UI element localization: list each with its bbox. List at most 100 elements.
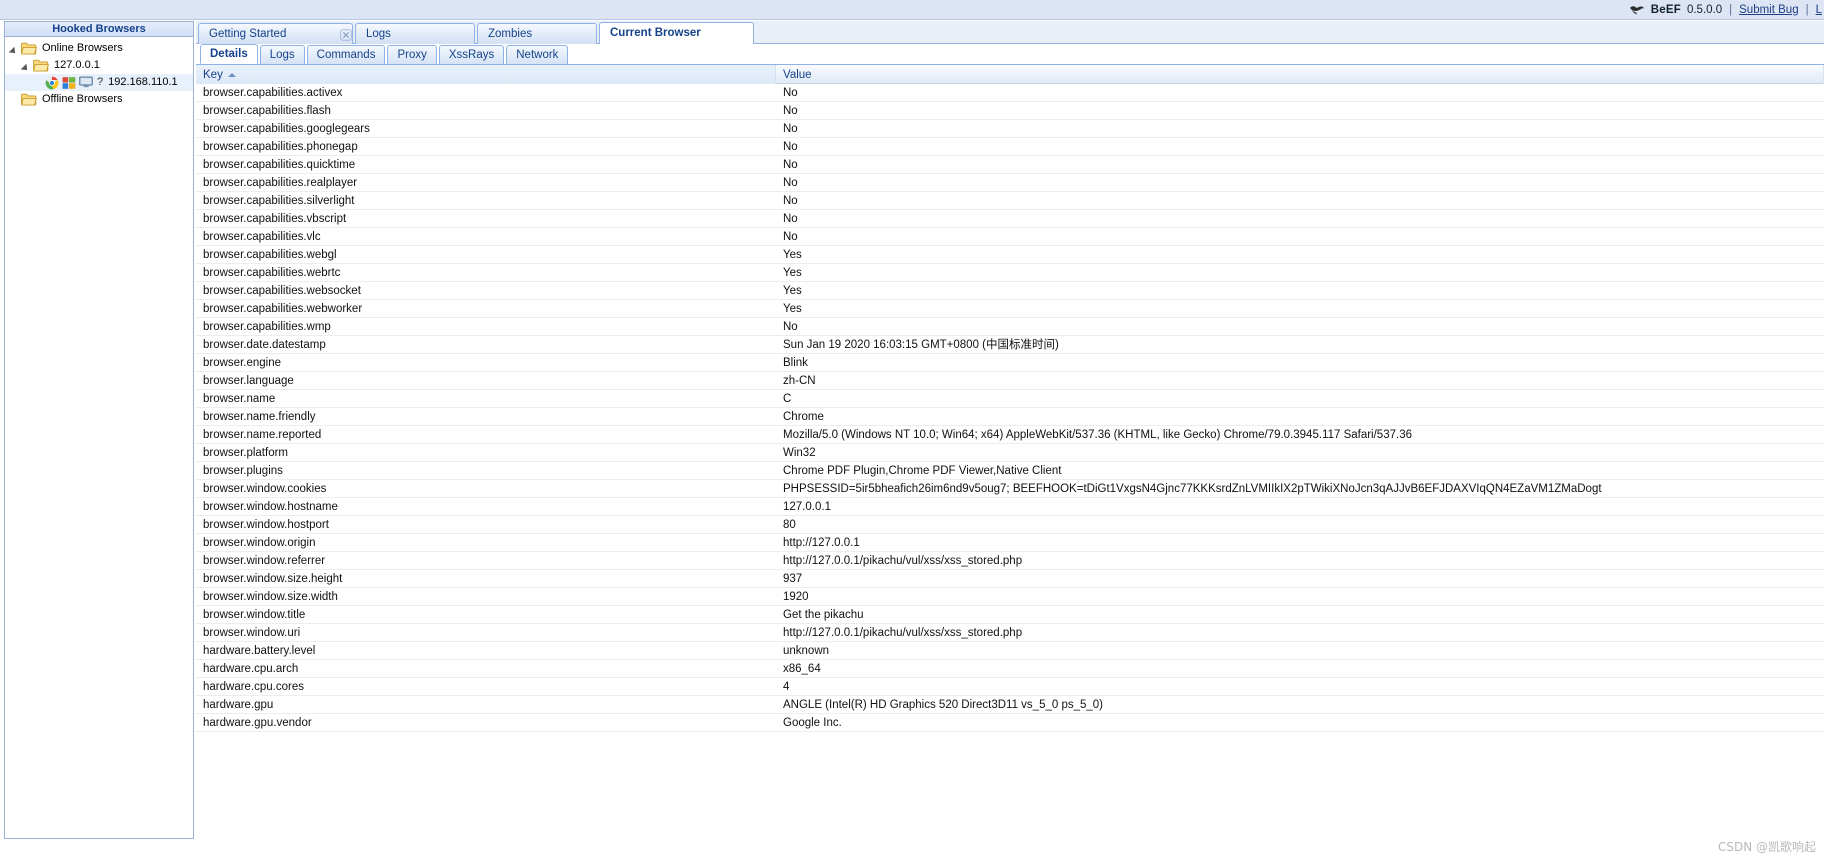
table-row[interactable]: browser.engine Blink bbox=[196, 354, 1824, 372]
column-header-key[interactable]: Key bbox=[196, 65, 776, 84]
cell-key: hardware.gpu.vendor bbox=[203, 717, 312, 729]
cell-value: No bbox=[783, 105, 798, 117]
cell-value: http://127.0.0.1/pikachu/vul/xss/xss_sto… bbox=[783, 555, 1023, 567]
tree-node-label: 127.0.0.1 bbox=[54, 59, 100, 71]
table-row[interactable]: browser.capabilities.vbscript No bbox=[196, 210, 1824, 228]
cell-value: No bbox=[783, 87, 798, 99]
cell-key: browser.capabilities.webrtc bbox=[203, 267, 341, 279]
folder-icon bbox=[33, 59, 49, 72]
table-row[interactable]: browser.window.size.height 937 bbox=[196, 570, 1824, 588]
logout-link[interactable]: L bbox=[1816, 4, 1822, 16]
cell-value: http://127.0.0.1 bbox=[783, 537, 860, 549]
table-row[interactable]: hardware.cpu.arch x86_64 bbox=[196, 660, 1824, 678]
browser-tree[interactable]: Online Browsers 127.0.0.1? 192.168.110.1 Of… bbox=[5, 37, 193, 108]
outer-tab-label: Zombies bbox=[488, 28, 533, 40]
table-row[interactable]: browser.window.hostport 80 bbox=[196, 516, 1824, 534]
cell-value: 1920 bbox=[783, 591, 809, 603]
table-row[interactable]: browser.plugins Chrome PDF Plugin,Chrome … bbox=[196, 462, 1824, 480]
table-row[interactable]: browser.capabilities.googlegears No bbox=[196, 120, 1824, 138]
table-row[interactable]: hardware.cpu.cores 4 bbox=[196, 678, 1824, 696]
table-row[interactable]: browser.language zh-CN bbox=[196, 372, 1824, 390]
cell-value: unknown bbox=[783, 645, 830, 657]
tree-node-online-browsers[interactable]: Online Browsers bbox=[5, 40, 193, 57]
cell-value: No bbox=[783, 177, 798, 189]
cell-key: browser.window.title bbox=[203, 609, 306, 621]
cell-key: browser.capabilities.websocket bbox=[203, 285, 361, 297]
cell-key: browser.date.datestamp bbox=[203, 339, 326, 351]
outer-tab-label: Logs bbox=[366, 28, 391, 40]
table-row[interactable]: browser.capabilities.silverlight No bbox=[196, 192, 1824, 210]
inner-tab-network[interactable]: Network bbox=[506, 45, 569, 64]
column-header-value[interactable]: Value bbox=[776, 65, 1824, 84]
outer-tab-current-browser[interactable]: Current Browser bbox=[599, 22, 754, 44]
cell-value: No bbox=[783, 141, 798, 153]
table-row[interactable]: browser.window.cookies PHPSESSID=5ir5bhea… bbox=[196, 480, 1824, 498]
cell-value: No bbox=[783, 123, 798, 135]
table-row[interactable]: browser.name.friendly Chrome bbox=[196, 408, 1824, 426]
tree-node-127-0-0-1[interactable]: 127.0.0.1 bbox=[5, 57, 193, 74]
cell-value: Blink bbox=[783, 357, 808, 369]
table-row[interactable]: browser.capabilities.vlc No bbox=[196, 228, 1824, 246]
table-row[interactable]: browser.capabilities.quicktime No bbox=[196, 156, 1824, 174]
inner-tab-commands[interactable]: Commands bbox=[306, 45, 386, 64]
table-row[interactable]: browser.platform Win32 bbox=[196, 444, 1824, 462]
cell-key: browser.platform bbox=[203, 447, 289, 459]
table-row[interactable]: browser.date.datestamp Sun Jan 19 2020 16… bbox=[196, 336, 1824, 354]
table-row[interactable]: browser.window.uri http://127.0.0.1/pikac… bbox=[196, 624, 1824, 642]
table-row[interactable]: browser.window.referrer http://127.0.0.1/… bbox=[196, 552, 1824, 570]
cell-key: browser.window.referrer bbox=[203, 555, 326, 567]
cell-key: browser.capabilities.realplayer bbox=[203, 177, 358, 189]
cell-value: Yes bbox=[783, 303, 802, 315]
table-row[interactable]: browser.capabilities.websocket Yes bbox=[196, 282, 1824, 300]
close-icon[interactable] bbox=[330, 28, 352, 41]
tree-node-192-168-110-1[interactable]: ? 192.168.110.1 bbox=[5, 74, 193, 91]
top-header-bar: BeEF 0.5.0.0 | Submit Bug | L bbox=[0, 0, 1824, 20]
table-row[interactable]: browser.window.title Get the pikachu bbox=[196, 606, 1824, 624]
table-row[interactable]: browser.capabilities.activex No bbox=[196, 84, 1824, 102]
table-row[interactable]: browser.capabilities.wmp No bbox=[196, 318, 1824, 336]
product-version: 0.5.0.0 bbox=[1686, 3, 1723, 16]
grid-body: browser.capabilities.activex No browser.ca… bbox=[196, 84, 1824, 732]
inner-tab-xssrays[interactable]: XssRays bbox=[438, 45, 505, 64]
table-row[interactable]: browser.capabilities.webrtc Yes bbox=[196, 264, 1824, 282]
table-row[interactable]: browser.name.reported Mozilla/5.0 (Window… bbox=[196, 426, 1824, 444]
table-row[interactable]: hardware.battery.level unknown bbox=[196, 642, 1824, 660]
tree-node-offline-browsers[interactable]: Offline Browsers bbox=[5, 91, 193, 108]
bull-icon bbox=[1629, 4, 1645, 17]
table-row[interactable]: browser.capabilities.flash No bbox=[196, 102, 1824, 120]
header-separator-2: | bbox=[1805, 3, 1809, 16]
inner-tab-logs[interactable]: Logs bbox=[259, 45, 305, 64]
cell-value: Yes bbox=[783, 285, 802, 297]
collapse-arrow-icon[interactable] bbox=[21, 58, 33, 74]
main-content: Getting Started Logs Zombies Current Browse… bbox=[196, 21, 1824, 859]
cell-value: No bbox=[783, 231, 798, 243]
header-separator-1: | bbox=[1729, 3, 1733, 16]
table-row[interactable]: hardware.gpu.vendor Google Inc. bbox=[196, 714, 1824, 732]
cell-key: browser.window.hostport bbox=[203, 519, 329, 531]
table-row[interactable]: browser.window.hostname 127.0.0.1 bbox=[196, 498, 1824, 516]
outer-tab-label: Current Browser bbox=[610, 27, 701, 39]
outer-tab-zombies[interactable]: Zombies bbox=[477, 23, 597, 44]
table-row[interactable]: browser.capabilities.webgl Yes bbox=[196, 246, 1824, 264]
table-row[interactable]: browser.window.origin http://127.0.0.1 bbox=[196, 534, 1824, 552]
submit-bug-link[interactable]: Submit Bug bbox=[1739, 4, 1798, 16]
monitor-icon bbox=[79, 76, 93, 90]
table-row[interactable]: hardware.gpu ANGLE (Intel(R) HD Graphics … bbox=[196, 696, 1824, 714]
inner-tab-details[interactable]: Details bbox=[200, 44, 258, 64]
question-mark-icon: ? bbox=[97, 76, 104, 88]
column-header-value-label: Value bbox=[783, 68, 812, 81]
inner-tab-proxy[interactable]: Proxy bbox=[387, 45, 437, 64]
table-row[interactable]: browser.capabilities.realplayer No bbox=[196, 174, 1824, 192]
tree-node-label: 192.168.110.1 bbox=[108, 76, 178, 88]
brand-area: BeEF 0.5.0.0 | Submit Bug | L bbox=[1629, 0, 1824, 19]
outer-tab-getting-started[interactable]: Getting Started bbox=[198, 23, 353, 44]
table-row[interactable]: browser.capabilities.webworker Yes bbox=[196, 300, 1824, 318]
collapse-arrow-icon[interactable] bbox=[9, 41, 21, 57]
outer-tab-logs[interactable]: Logs bbox=[355, 23, 475, 44]
cell-value: No bbox=[783, 159, 798, 171]
table-row[interactable]: browser.name C bbox=[196, 390, 1824, 408]
table-row[interactable]: browser.capabilities.phonegap No bbox=[196, 138, 1824, 156]
chrome-icon bbox=[45, 76, 59, 90]
column-header-key-label: Key bbox=[203, 68, 223, 81]
table-row[interactable]: browser.window.size.width 1920 bbox=[196, 588, 1824, 606]
